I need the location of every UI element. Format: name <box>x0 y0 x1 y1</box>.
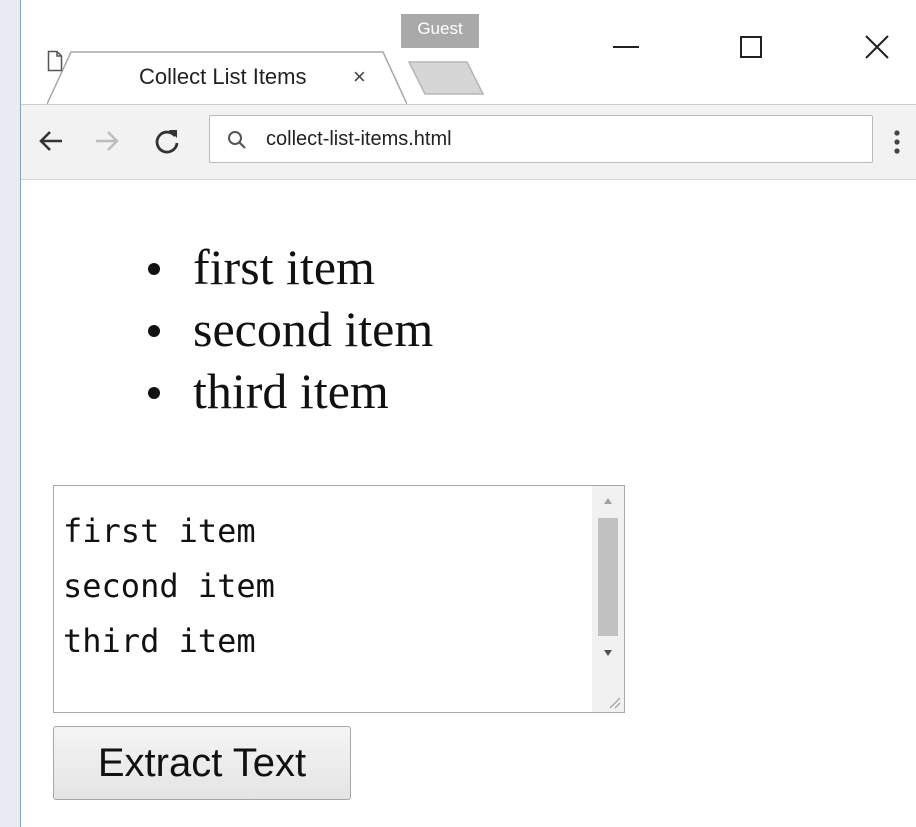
minimize-icon <box>613 46 639 48</box>
textarea-scrollbar[interactable] <box>592 486 624 712</box>
maximize-button[interactable] <box>721 22 781 72</box>
output-textarea[interactable]: first item second item third item <box>53 485 625 713</box>
address-text: collect-list-items.html <box>266 128 452 150</box>
search-icon <box>228 131 246 149</box>
back-button[interactable] <box>35 125 67 157</box>
list-item: second item <box>147 298 433 360</box>
reload-button[interactable] <box>151 125 183 157</box>
item-list: first item second item third item <box>147 236 433 422</box>
minimize-button[interactable] <box>596 22 656 72</box>
triangle-up-icon <box>604 498 612 504</box>
tab-collect-list-items[interactable]: Collect List Items × <box>47 50 407 104</box>
page-content: first item second item third item first … <box>21 180 916 827</box>
scroll-up-button[interactable] <box>592 486 624 516</box>
title-bar: Guest Collect List Items × <box>21 0 916 104</box>
close-icon <box>865 35 889 59</box>
textarea-content: first item second item third item <box>63 512 275 660</box>
arrow-right-icon <box>96 131 119 151</box>
tab-close-icon[interactable]: × <box>353 64 366 90</box>
maximize-icon <box>740 36 762 58</box>
browser-toolbar: collect-list-items.html <box>21 104 916 180</box>
browser-window: Guest Collect List Items × collect-list-… <box>20 0 916 827</box>
close-window-button[interactable] <box>847 22 907 72</box>
forward-button[interactable] <box>91 125 123 157</box>
new-tab-button[interactable] <box>405 60 487 96</box>
tab-title: Collect List Items <box>139 64 307 89</box>
address-bar[interactable]: collect-list-items.html <box>209 115 873 163</box>
kebab-menu-icon[interactable] <box>887 125 907 159</box>
guest-profile-badge[interactable]: Guest <box>401 14 479 48</box>
scroll-down-button[interactable] <box>592 638 624 668</box>
page-icon <box>47 50 63 72</box>
extract-text-button[interactable]: Extract Text <box>53 726 351 800</box>
resize-grip-icon[interactable] <box>606 694 622 710</box>
list-item: first item <box>147 236 433 298</box>
triangle-down-icon <box>604 650 612 656</box>
scroll-thumb[interactable] <box>598 518 618 636</box>
desktop-background <box>0 0 20 827</box>
arrow-left-icon <box>39 131 62 151</box>
reload-icon <box>155 130 179 154</box>
list-item: third item <box>147 360 433 422</box>
